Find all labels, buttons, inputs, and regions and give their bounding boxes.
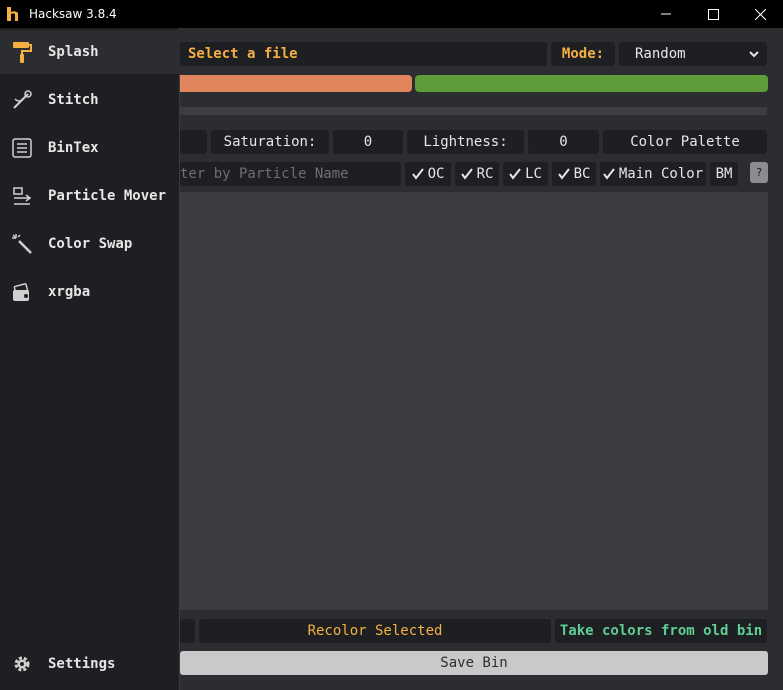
- chevron-down-icon: [749, 46, 759, 62]
- maximize-button[interactable]: [690, 0, 736, 28]
- hue-field[interactable]: [180, 130, 207, 154]
- left-action-button[interactable]: [180, 619, 195, 643]
- checkmark-icon: [509, 168, 521, 180]
- checkbox-label: RC: [476, 166, 494, 182]
- sidebar-item-particle-mover[interactable]: Particle Mover: [0, 174, 180, 218]
- sidebar-item-label: xrgba: [48, 284, 91, 300]
- hacksaw-logo-icon: [6, 6, 22, 22]
- minimize-button[interactable]: [643, 0, 689, 28]
- sidebar-item-label: Particle Mover: [48, 188, 167, 204]
- sidebar-item-splash[interactable]: Splash: [0, 30, 180, 74]
- checkbox-lc[interactable]: LC: [503, 162, 548, 186]
- progress-bar: [180, 107, 767, 115]
- lightness-label: Lightness:: [407, 130, 524, 154]
- help-button[interactable]: ?: [750, 162, 768, 183]
- sidebar-item-stitch[interactable]: Stitch: [0, 78, 180, 122]
- sidebar-item-label: Splash: [48, 44, 99, 60]
- sidebar-item-color-swap[interactable]: Color Swap: [0, 222, 180, 266]
- select-file-button[interactable]: Select a file: [180, 42, 547, 66]
- checkmark-icon: [460, 168, 473, 180]
- image-palette-icon: [10, 280, 34, 304]
- save-bin-button[interactable]: Save Bin: [180, 651, 768, 675]
- saturation-input[interactable]: 0: [333, 130, 403, 154]
- gear-icon: [10, 652, 34, 676]
- sidebar-item-label: Color Swap: [48, 236, 133, 252]
- checkbox-oc[interactable]: OC: [405, 162, 451, 186]
- sidebar-item-label: Settings: [48, 656, 116, 672]
- saturation-label: Saturation:: [211, 130, 329, 154]
- checkbox-rc[interactable]: RC: [455, 162, 499, 186]
- particle-filter-input[interactable]: ter by Particle Name: [180, 162, 401, 186]
- lightness-input[interactable]: 0: [528, 130, 599, 154]
- checkmark-icon: [411, 168, 424, 180]
- magic-wand-icon: [10, 232, 34, 256]
- mode-select[interactable]: Random: [619, 42, 767, 66]
- color-palette-button[interactable]: Color Palette: [603, 130, 767, 154]
- color-bar-orange[interactable]: [176, 75, 412, 92]
- sidebar: Splash Stitch BinTex Particle Mover Colo…: [0, 28, 180, 690]
- sidebar-item-label: Stitch: [48, 92, 99, 108]
- checkbox-label: LC: [525, 166, 542, 182]
- window-title: Hacksaw 3.8.4: [29, 7, 117, 21]
- checkmark-icon: [603, 168, 615, 180]
- mode-value: Random: [635, 46, 686, 62]
- checkbox-bc[interactable]: BC: [552, 162, 596, 186]
- checkbox-label: BC: [573, 166, 591, 182]
- list-icon: [10, 136, 34, 160]
- checkbox-main-color[interactable]: Main Color: [600, 162, 706, 186]
- sidebar-item-bintex[interactable]: BinTex: [0, 126, 180, 170]
- sidebar-item-settings[interactable]: Settings: [0, 642, 180, 686]
- stitch-needle-icon: [10, 88, 34, 112]
- title-bar: Hacksaw 3.8.4: [0, 0, 783, 28]
- sidebar-item-xrgba[interactable]: xrgba: [0, 270, 180, 314]
- recolor-selected-button[interactable]: Recolor Selected: [199, 619, 551, 643]
- close-button[interactable]: [737, 0, 783, 28]
- bm-button[interactable]: BM: [710, 162, 738, 186]
- particle-list[interactable]: [180, 192, 768, 610]
- particle-move-icon: [10, 184, 34, 208]
- checkbox-label: OC: [427, 166, 445, 182]
- take-colors-button[interactable]: Take colors from old bin: [555, 619, 767, 643]
- checkmark-icon: [557, 168, 570, 180]
- paint-roller-icon: [10, 40, 34, 64]
- sidebar-item-label: BinTex: [48, 140, 99, 156]
- checkbox-label: Main Color: [618, 166, 704, 182]
- mode-label: Mode:: [551, 42, 615, 66]
- color-bar-green[interactable]: [415, 75, 768, 92]
